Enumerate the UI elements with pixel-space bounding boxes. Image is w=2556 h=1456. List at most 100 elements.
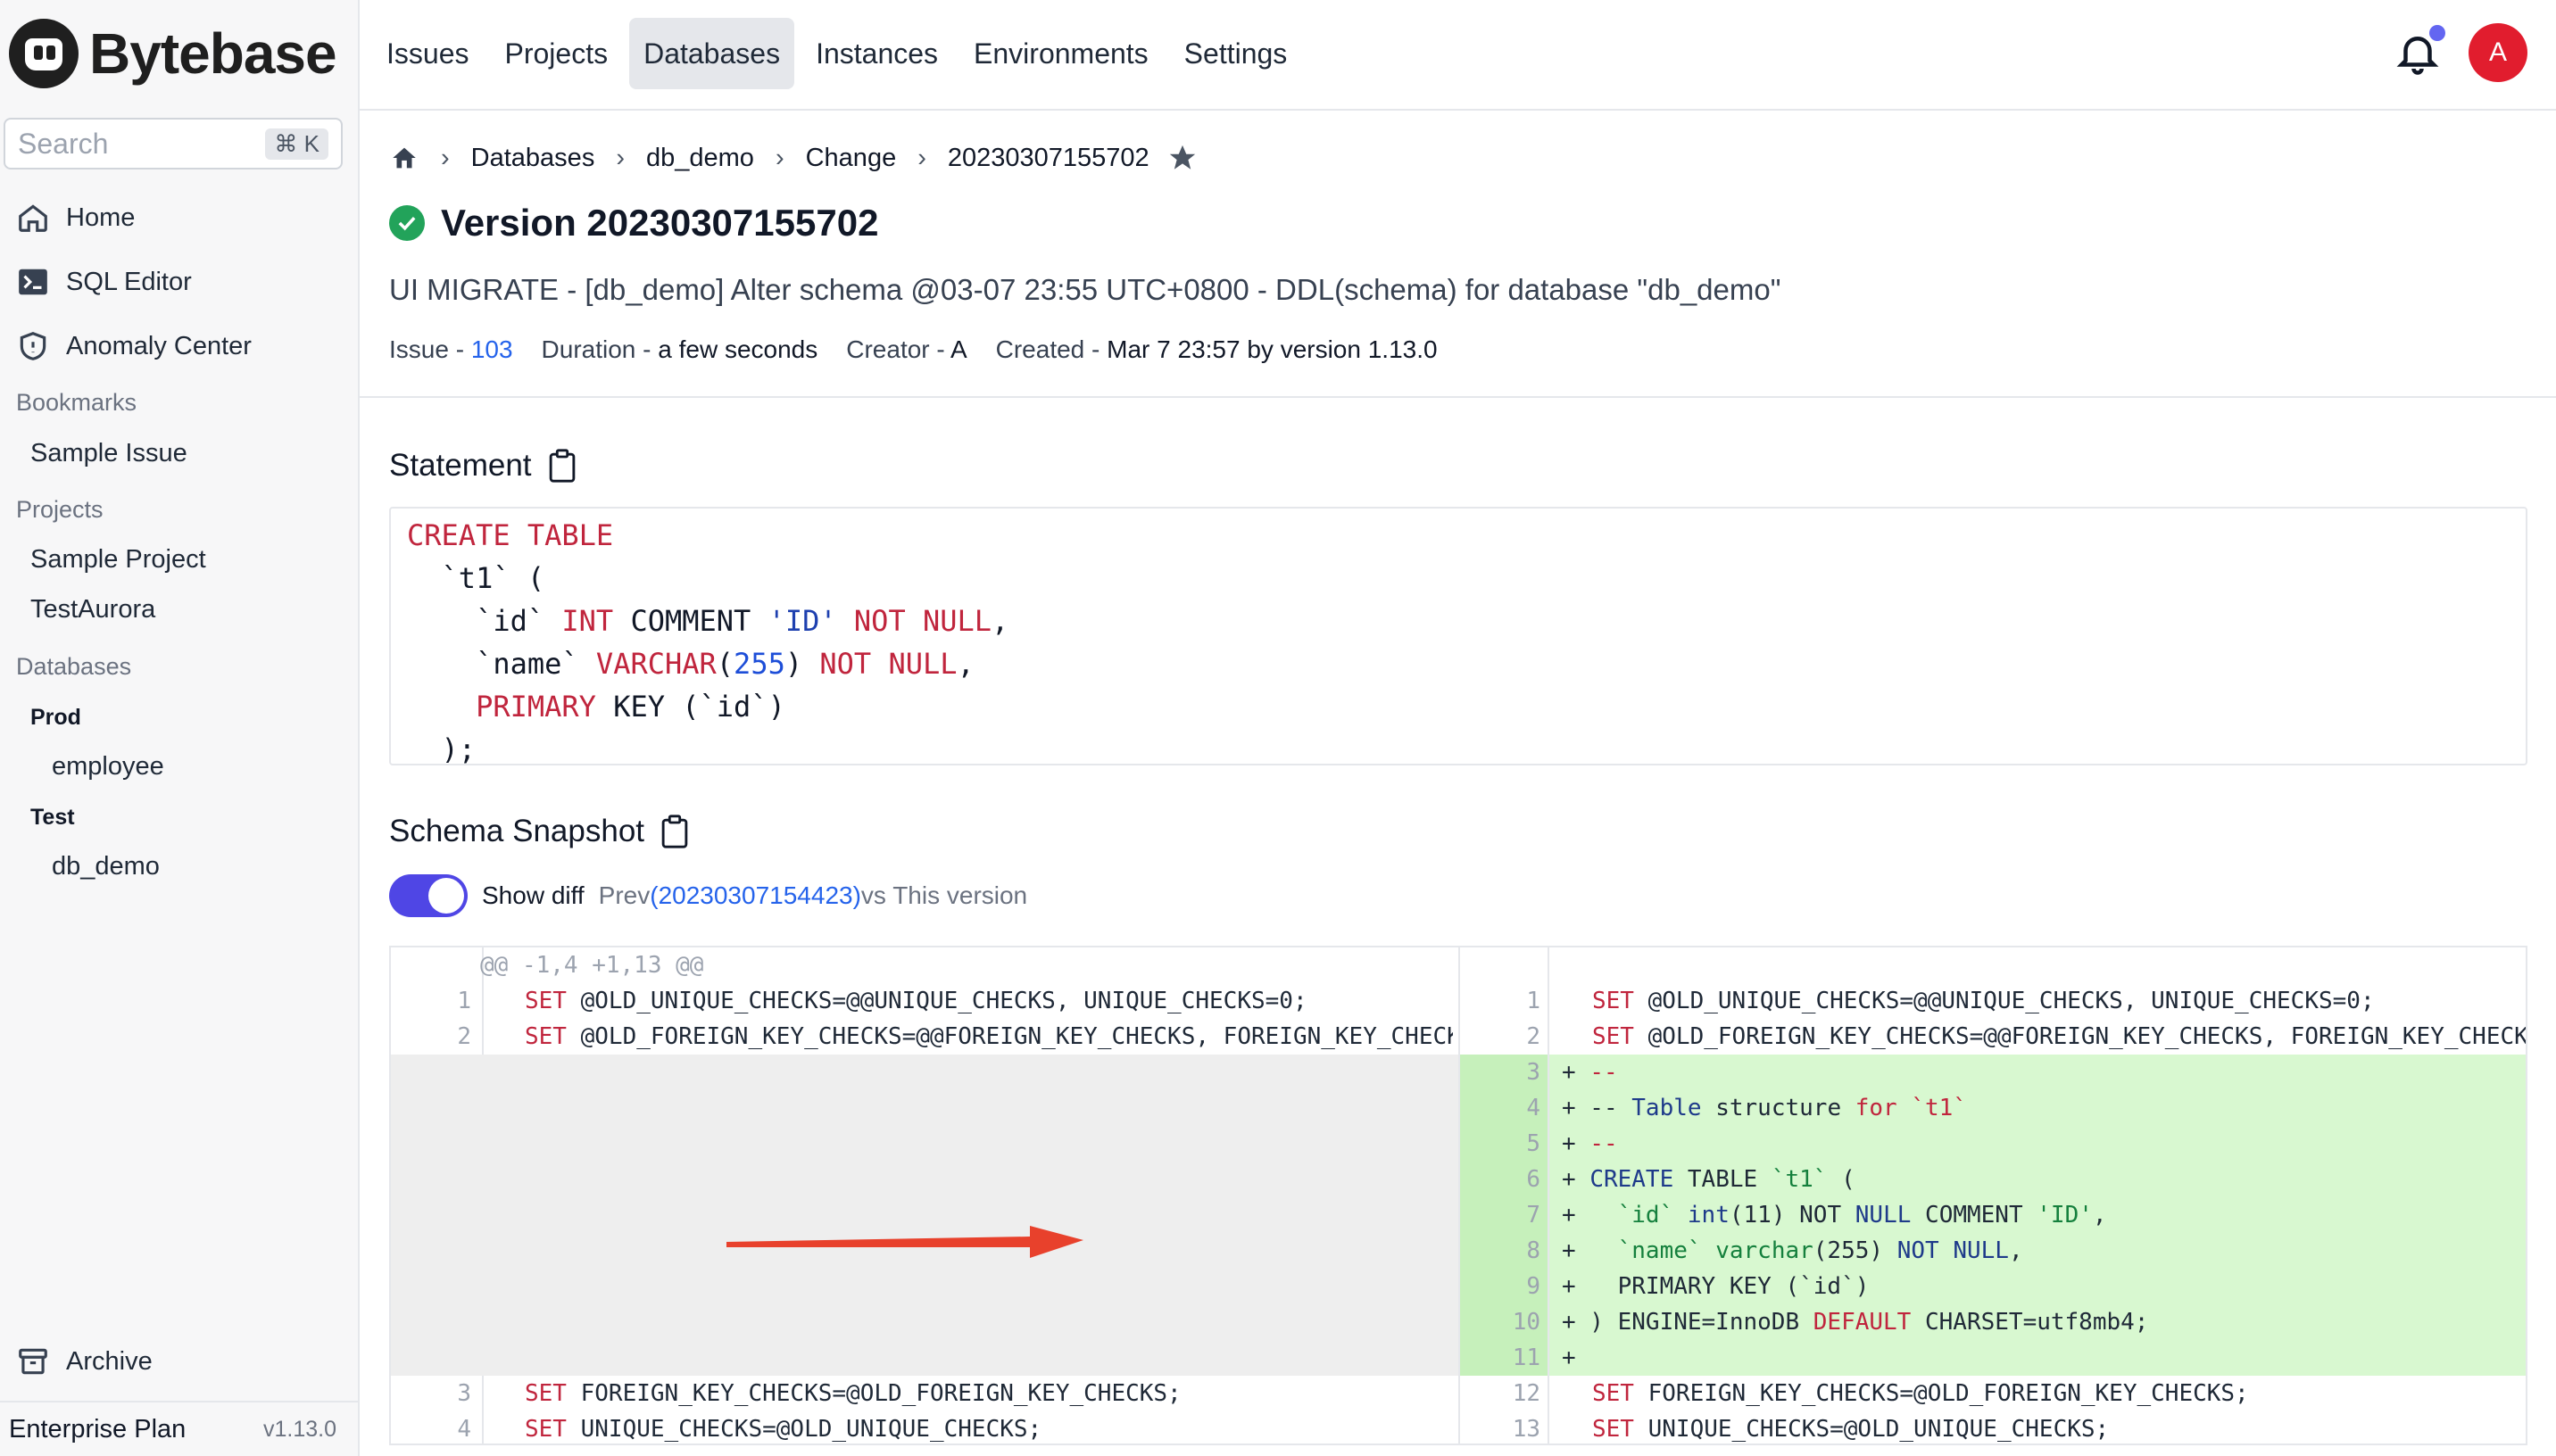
top-bar: Issues Projects Databases Instances Envi… bbox=[360, 0, 2556, 111]
clipboard-icon[interactable] bbox=[659, 814, 691, 849]
sidebar-item-sql-editor[interactable]: SQL Editor bbox=[16, 257, 192, 307]
plan-label[interactable]: Enterprise Plan bbox=[9, 1415, 186, 1444]
prev-version-link[interactable]: (20230307154423) bbox=[650, 881, 861, 910]
diff-line: + ) ENGINE=InnoDB DEFAULT CHARSET=utf8mb… bbox=[1562, 1309, 2149, 1336]
creator-label: Creator - bbox=[846, 335, 950, 363]
archive-icon bbox=[19, 1348, 47, 1375]
tab-databases[interactable]: Databases bbox=[629, 18, 795, 89]
duration-value: a few seconds bbox=[658, 335, 818, 363]
logo[interactable]: Bytebase bbox=[9, 18, 337, 89]
sidebar-item-label: Anomaly Center bbox=[66, 331, 252, 360]
bytebase-logo-icon bbox=[9, 19, 79, 88]
snapshot-title: Schema Snapshot bbox=[389, 814, 691, 849]
terminal-icon bbox=[19, 269, 47, 295]
statement-code: CREATE TABLE `t1` ( `id` INT COMMENT 'ID… bbox=[389, 507, 2527, 766]
diff-line: SET FOREIGN_KEY_CHECKS=@OLD_FOREIGN_KEY_… bbox=[525, 1380, 1182, 1407]
line-number: 8 bbox=[1526, 1237, 1540, 1264]
database-item[interactable]: db_demo bbox=[52, 852, 160, 881]
tab-issues[interactable]: Issues bbox=[372, 18, 483, 89]
line-number: 2 bbox=[1526, 1023, 1540, 1050]
home-icon bbox=[19, 204, 47, 232]
line-number: 1 bbox=[457, 988, 471, 1014]
logo-text: Bytebase bbox=[89, 21, 337, 86]
clipboard-icon[interactable] bbox=[546, 448, 578, 484]
line-number: 4 bbox=[1526, 1095, 1540, 1121]
bookmarks-label: Bookmarks bbox=[16, 389, 137, 416]
line-number: 5 bbox=[1526, 1130, 1540, 1157]
line-number: 3 bbox=[457, 1380, 471, 1407]
tab-settings[interactable]: Settings bbox=[1170, 18, 1302, 89]
line-number: 11 bbox=[1512, 1344, 1540, 1371]
avatar[interactable]: A bbox=[2469, 23, 2527, 82]
top-nav: Issues Projects Databases Instances Envi… bbox=[372, 18, 1308, 89]
chevron-right-icon: › bbox=[775, 143, 784, 172]
tab-environments[interactable]: Environments bbox=[959, 18, 1163, 89]
diff-line: SET @OLD_UNIQUE_CHECKS=@@UNIQUE_CHECKS, … bbox=[1592, 988, 2375, 1014]
shield-icon bbox=[20, 332, 46, 360]
version-label: v1.13.0 bbox=[262, 1416, 336, 1442]
notification-dot bbox=[2429, 25, 2445, 41]
tab-instances[interactable]: Instances bbox=[801, 18, 952, 89]
statement-title: Statement bbox=[389, 448, 578, 484]
created-value: Mar 7 23:57 by version 1.13.0 bbox=[1107, 335, 1438, 363]
line-number: 1 bbox=[1526, 988, 1540, 1014]
breadcrumb-change[interactable]: Change bbox=[806, 144, 897, 173]
line-number: 7 bbox=[1526, 1202, 1540, 1228]
line-number: 2 bbox=[457, 1023, 471, 1050]
issue-label: Issue - bbox=[389, 335, 471, 363]
breadcrumb-db[interactable]: db_demo bbox=[646, 144, 754, 173]
diff-line: + -- bbox=[1562, 1130, 1618, 1157]
environment-item[interactable]: Prod bbox=[30, 705, 81, 731]
diff-line: + `id` int(11) NOT NULL COMMENT 'ID', bbox=[1562, 1202, 2107, 1228]
show-diff-label: Show diff bbox=[482, 881, 585, 909]
sidebar-item-home[interactable]: Home bbox=[16, 193, 135, 243]
project-item[interactable]: TestAurora bbox=[30, 595, 155, 625]
line-number: 10 bbox=[1512, 1309, 1540, 1336]
divider bbox=[360, 396, 2556, 398]
snapshot-title-text: Schema Snapshot bbox=[389, 814, 645, 848]
line-number: 9 bbox=[1526, 1273, 1540, 1300]
prev-prefix: Prev bbox=[598, 881, 651, 909]
bookmark-item[interactable]: Sample Issue bbox=[30, 439, 187, 468]
sidebar-item-archive[interactable]: Archive bbox=[16, 1336, 153, 1386]
prev-suffix: vs This version bbox=[860, 881, 1028, 909]
line-number: 3 bbox=[1526, 1059, 1540, 1086]
title-row: Version 20230307155702 bbox=[389, 202, 878, 244]
chevron-right-icon: › bbox=[441, 143, 450, 172]
diff-line: + PRIMARY KEY (`id`) bbox=[1562, 1273, 1870, 1300]
project-item[interactable]: Sample Project bbox=[30, 545, 206, 575]
show-diff-toggle[interactable] bbox=[389, 874, 468, 917]
tab-projects[interactable]: Projects bbox=[490, 18, 622, 89]
breadcrumb: › Databases › db_demo › Change › 2023030… bbox=[389, 139, 1198, 177]
sidebar-item-label: Home bbox=[66, 203, 136, 232]
chevron-right-icon: › bbox=[917, 143, 926, 172]
diff-line: + -- Table structure for `t1` bbox=[1562, 1095, 1967, 1121]
statement-title-text: Statement bbox=[389, 448, 532, 483]
star-icon[interactable] bbox=[1167, 143, 1198, 173]
issue-link[interactable]: 103 bbox=[471, 335, 513, 363]
breadcrumb-databases[interactable]: Databases bbox=[471, 144, 595, 173]
line-number: 12 bbox=[1512, 1380, 1540, 1407]
chevron-right-icon: › bbox=[616, 143, 625, 172]
sidebar-footer: Enterprise Plan v1.13.0 bbox=[0, 1401, 358, 1456]
diff-line: SET @OLD_UNIQUE_CHECKS=@@UNIQUE_CHECKS, … bbox=[525, 988, 1307, 1014]
check-circle-icon bbox=[389, 205, 425, 241]
sidebar-item-label: Archive bbox=[66, 1346, 153, 1376]
search-input[interactable]: Search ⌘ K bbox=[4, 118, 343, 170]
diff-line: + bbox=[1562, 1344, 1576, 1371]
database-item[interactable]: employee bbox=[52, 752, 164, 782]
arrow-annotation bbox=[726, 1226, 1083, 1258]
diff-line: SET UNIQUE_CHECKS=@OLD_UNIQUE_CHECKS; bbox=[525, 1416, 1042, 1443]
meta-row: Issue - 103 Duration - a few seconds Cre… bbox=[389, 335, 1466, 364]
diff-line: SET UNIQUE_CHECKS=@OLD_UNIQUE_CHECKS; bbox=[1592, 1416, 2110, 1443]
databases-label: Databases bbox=[16, 653, 132, 680]
breadcrumb-version: 20230307155702 bbox=[947, 143, 1149, 172]
sidebar-item-label: SQL Editor bbox=[66, 267, 192, 296]
sidebar-item-anomaly-center[interactable]: Anomaly Center bbox=[16, 321, 252, 371]
diff-line: SET FOREIGN_KEY_CHECKS=@OLD_FOREIGN_KEY_… bbox=[1592, 1380, 2249, 1407]
search-shortcut: ⌘ K bbox=[265, 128, 328, 160]
creator-value: A bbox=[950, 335, 967, 363]
diff-line: + CREATE TABLE `t1` ( bbox=[1562, 1166, 1855, 1193]
home-icon[interactable] bbox=[389, 143, 419, 173]
environment-item[interactable]: Test bbox=[30, 805, 75, 831]
